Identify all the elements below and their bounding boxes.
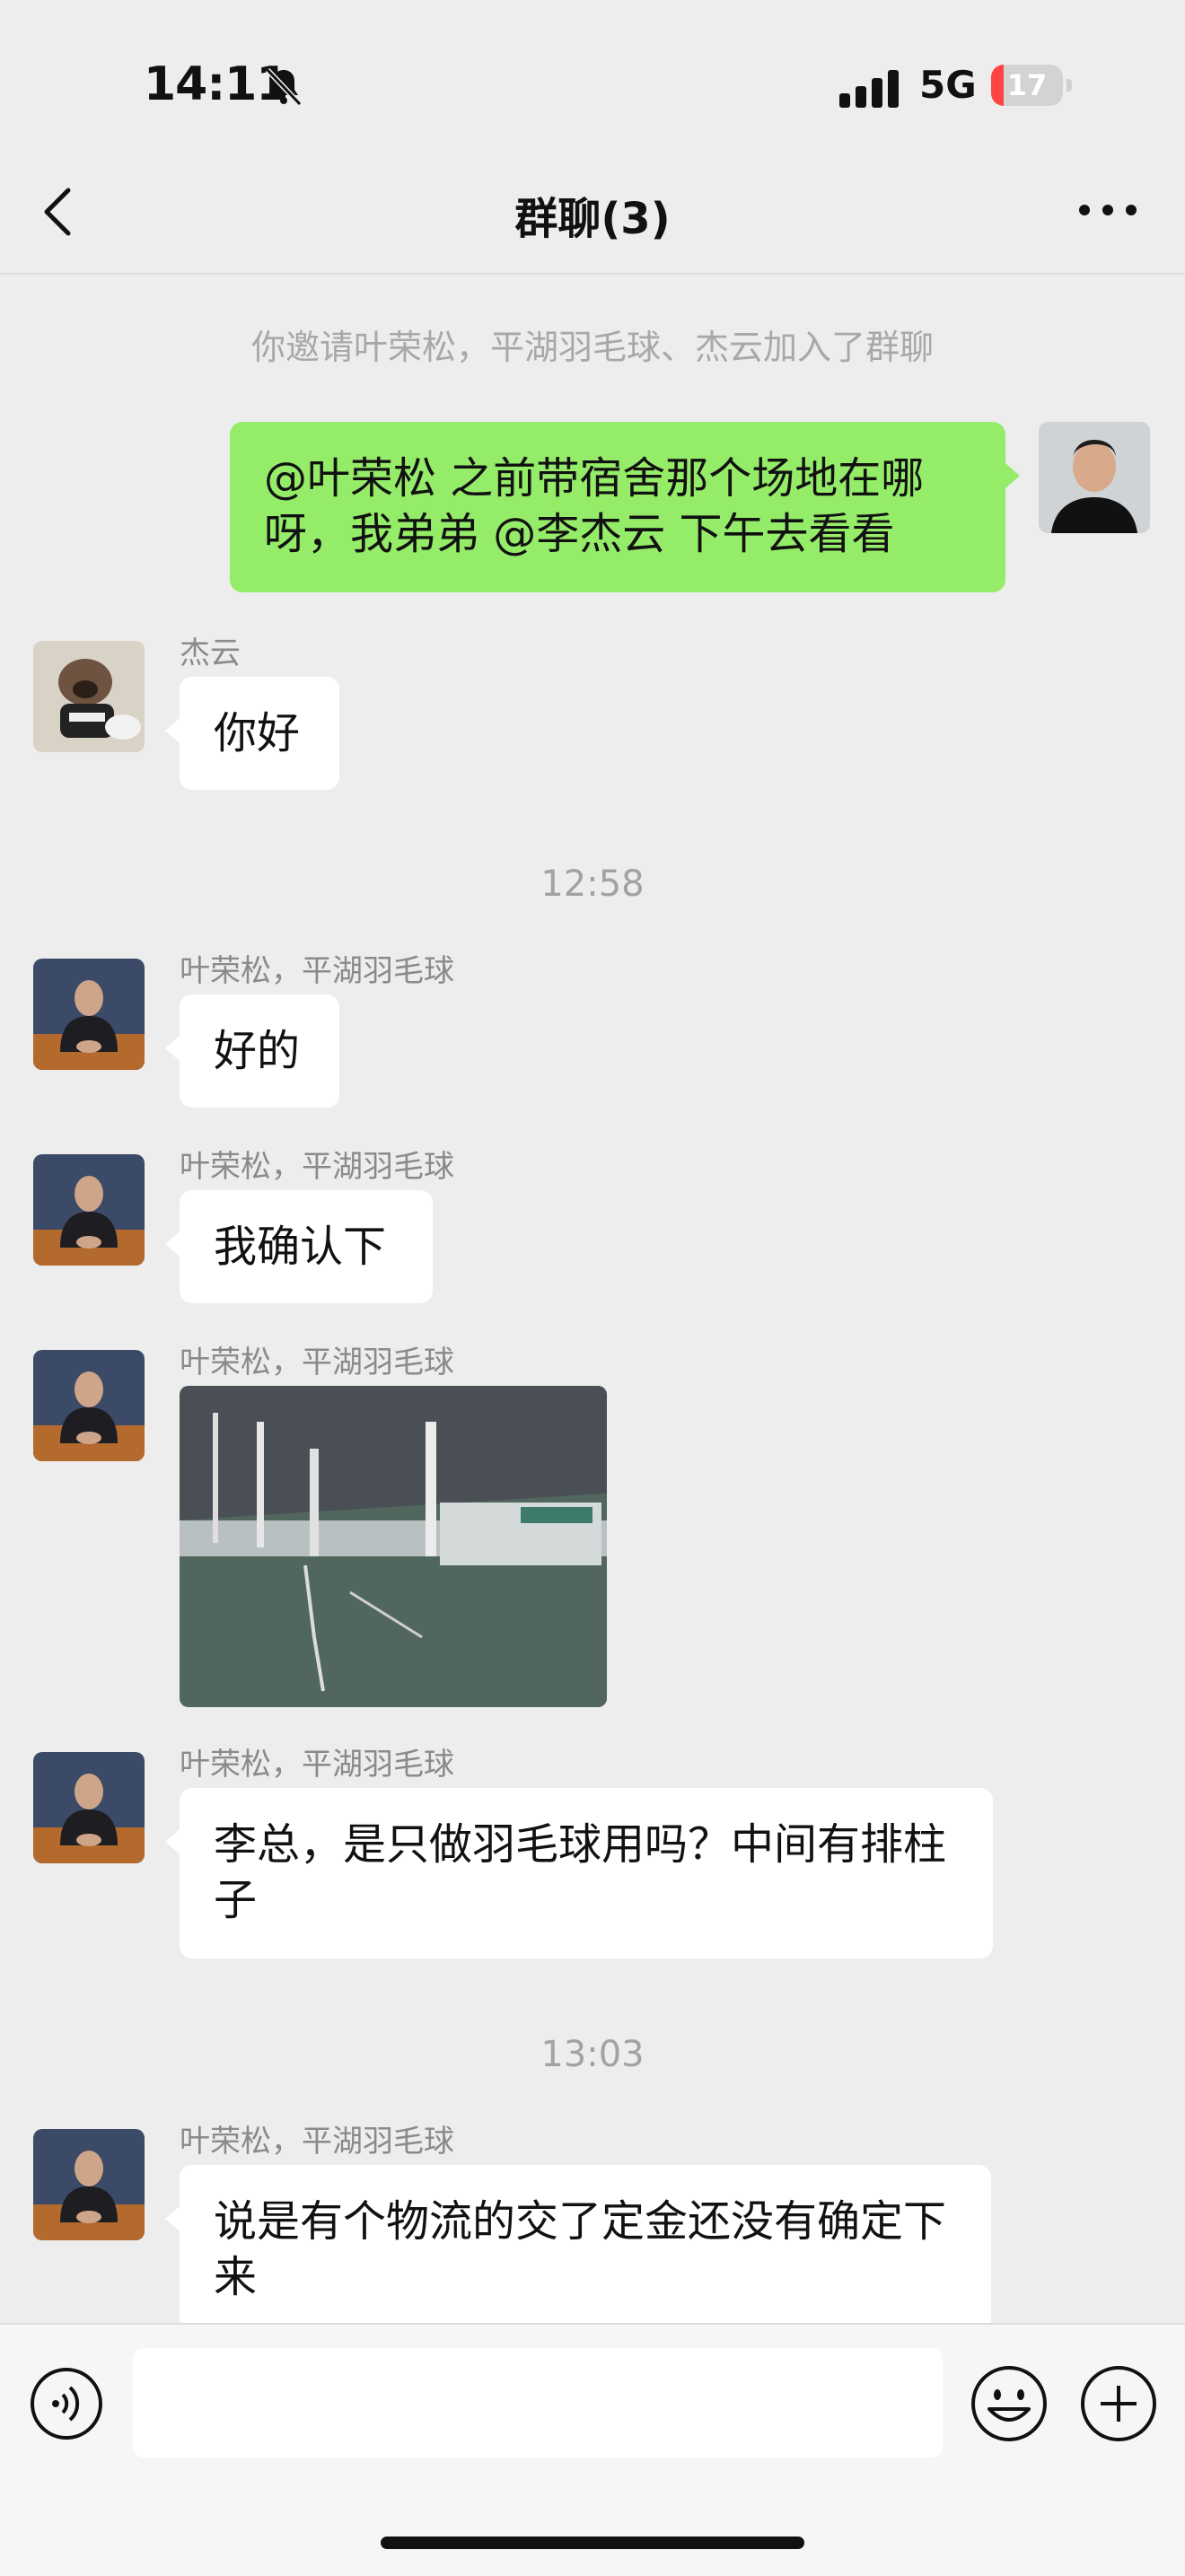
home-indicator[interactable] [381,2537,804,2549]
sender-name: 叶荣松，平湖羽毛球 [180,953,454,989]
bell-muted-icon [265,67,303,107]
battery-level: 17 [1006,68,1048,102]
sender-name: 叶荣松，平湖羽毛球 [180,2124,454,2160]
avatar-yerongsong[interactable] [33,959,145,1070]
sender-name: 叶荣松，平湖羽毛球 [180,1345,454,1380]
message-bubble-incoming[interactable]: 你好 [180,677,339,790]
network-type: 5G [919,63,977,107]
more-icon[interactable] [1077,203,1138,217]
battery-indicator: 17 [991,65,1072,106]
voice-icon[interactable] [29,2366,104,2441]
timestamp: 13:03 [540,2034,645,2075]
emoji-icon[interactable] [970,2364,1049,2443]
page-title: 群聊(3) [514,194,671,244]
message-input[interactable] [133,2348,943,2458]
sender-name: 叶荣松，平湖羽毛球 [180,1149,454,1185]
signal-icon [839,70,899,108]
plus-icon[interactable] [1079,2364,1158,2443]
my-avatar[interactable] [1039,422,1150,533]
avatar-jieyun[interactable] [33,641,145,752]
message-bubble-incoming[interactable]: 李总，是只做羽毛球用吗？中间有排柱子 [180,1788,993,1958]
message-bubble-incoming[interactable]: 我确认下 [180,1190,433,1303]
warehouse-photo[interactable] [180,1386,607,1707]
avatar-yerongsong[interactable] [33,1154,145,1266]
message-bubble-incoming[interactable]: 说是有个物流的交了定金还没有确定下来 [180,2165,991,2335]
avatar-yerongsong[interactable] [33,2129,145,2240]
message-bubble-outgoing[interactable]: @叶荣松 之前带宿舍那个场地在哪呀，我弟弟 @李杰云 下午去看看 [230,422,1005,592]
avatar-yerongsong[interactable] [33,1350,145,1461]
system-notice: 你邀请叶荣松，平湖羽毛球、杰云加入了群聊 [250,328,934,367]
sender-name: 叶荣松，平湖羽毛球 [180,1747,454,1783]
timestamp: 12:58 [540,863,645,905]
sender-name: 杰云 [180,635,241,671]
message-bubble-incoming[interactable]: 好的 [180,994,339,1108]
avatar-yerongsong[interactable] [33,1752,145,1863]
